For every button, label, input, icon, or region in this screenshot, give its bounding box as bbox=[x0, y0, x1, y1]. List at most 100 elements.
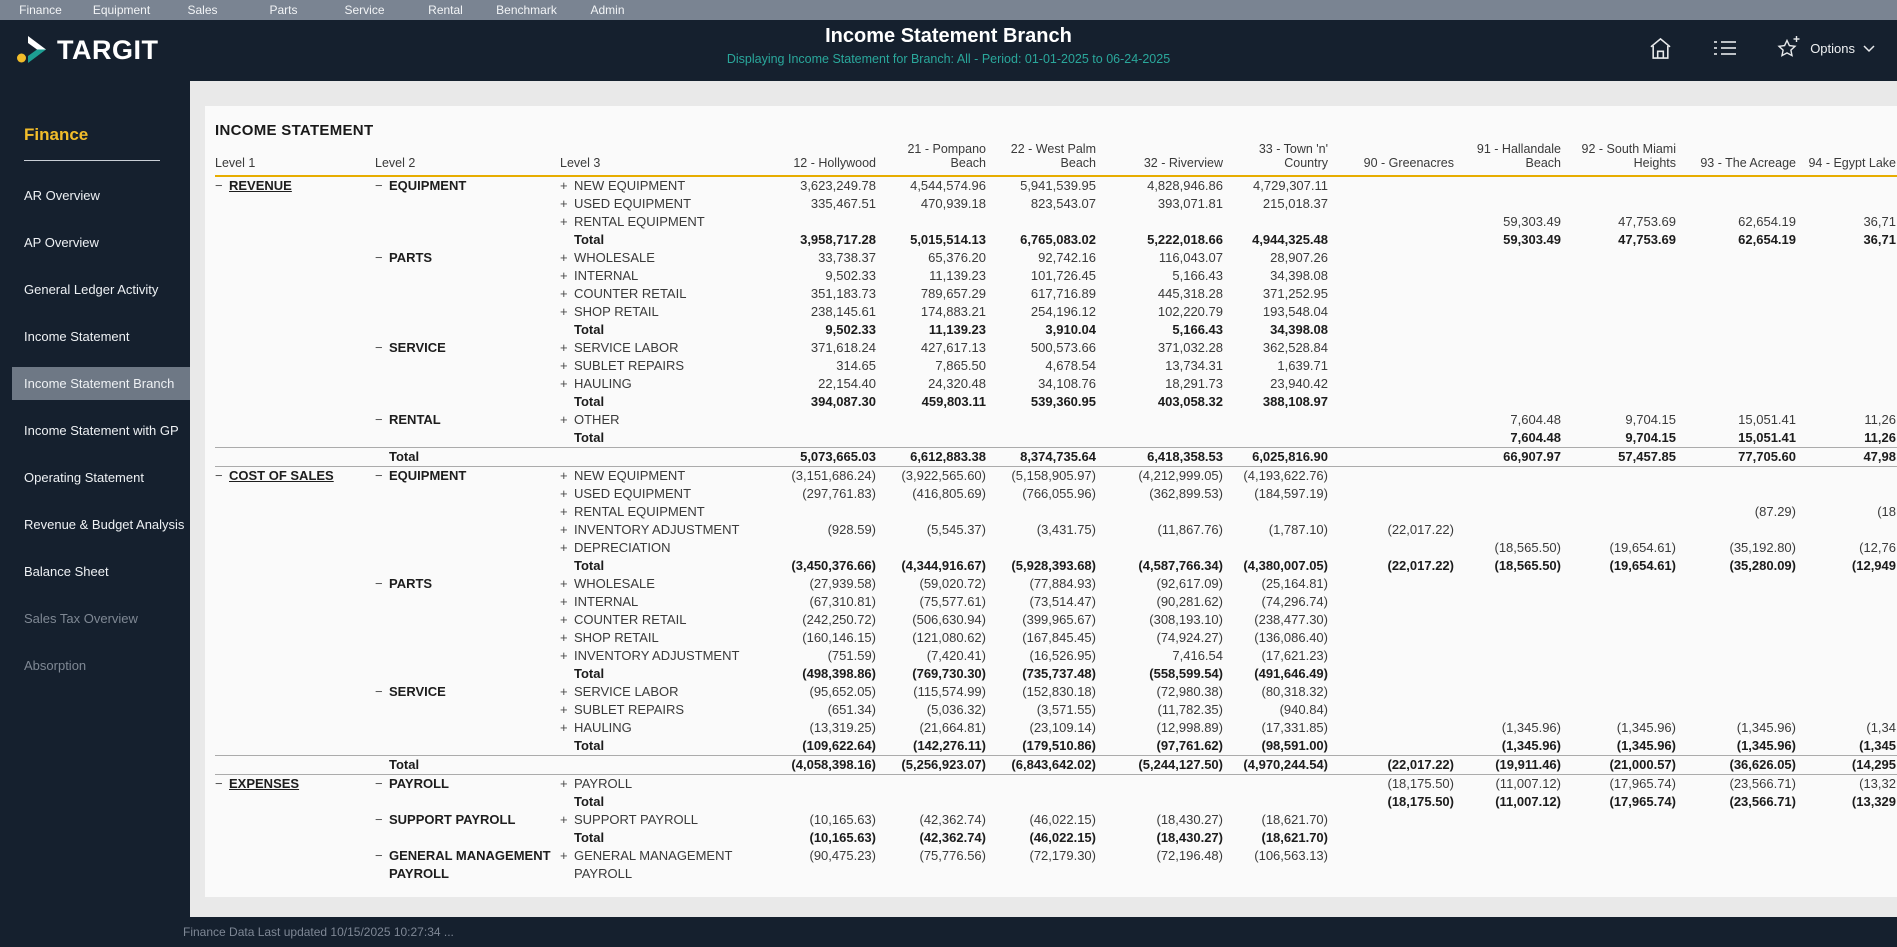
row-label[interactable]: INTERNAL bbox=[574, 593, 638, 611]
expand-icon[interactable]: + bbox=[560, 285, 574, 303]
sidebar-item-income-statement[interactable]: Income Statement bbox=[0, 313, 190, 360]
expand-icon[interactable]: + bbox=[560, 811, 574, 829]
top-menu-item-equipment[interactable]: Equipment bbox=[81, 3, 162, 17]
expand-icon[interactable]: + bbox=[560, 593, 574, 611]
sidebar-item-revenue-budget-analysis[interactable]: Revenue & Budget Analysis bbox=[0, 501, 190, 548]
row-label[interactable]: SERVICE LABOR bbox=[574, 339, 679, 357]
expand-icon[interactable]: + bbox=[560, 775, 574, 793]
row-label[interactable]: PAYROLL bbox=[574, 775, 632, 793]
collapse-icon[interactable]: − bbox=[375, 467, 389, 485]
row-label[interactable]: RENTAL bbox=[389, 411, 441, 429]
expand-icon[interactable]: + bbox=[560, 611, 574, 629]
top-menu-item-finance[interactable]: Finance bbox=[0, 3, 81, 17]
expand-icon[interactable]: + bbox=[560, 847, 574, 865]
row-label[interactable]: RENTAL EQUIPMENT bbox=[574, 213, 705, 231]
row-label[interactable]: HAULING bbox=[574, 375, 632, 393]
row-label[interactable]: NEW EQUIPMENT bbox=[574, 467, 685, 485]
expand-icon[interactable]: + bbox=[560, 467, 574, 485]
sidebar-item-income-statement-branch[interactable]: Income Statement Branch bbox=[0, 360, 190, 407]
row-label[interactable]: DEPRECIATION bbox=[574, 539, 671, 557]
row-label[interactable]: WHOLESALE bbox=[574, 249, 655, 267]
expand-icon[interactable]: + bbox=[560, 485, 574, 503]
row-label[interactable]: SUBLET REPAIRS bbox=[574, 701, 684, 719]
top-menu-item-benchmark[interactable]: Benchmark bbox=[486, 3, 567, 17]
expand-icon[interactable]: + bbox=[560, 683, 574, 701]
row-label[interactable]: RENTAL EQUIPMENT bbox=[574, 503, 705, 521]
row-label[interactable]: REVENUE bbox=[229, 177, 292, 195]
row-label[interactable]: EQUIPMENT bbox=[389, 177, 466, 195]
sidebar-item-balance-sheet[interactable]: Balance Sheet bbox=[0, 548, 190, 595]
row-label[interactable]: USED EQUIPMENT bbox=[574, 485, 691, 503]
row-label[interactable]: PAYROLL bbox=[389, 775, 449, 793]
expand-icon[interactable]: + bbox=[560, 575, 574, 593]
row-label[interactable]: COUNTER RETAIL bbox=[574, 611, 686, 629]
collapse-icon[interactable]: − bbox=[215, 177, 229, 195]
row-label[interactable]: SUPPORT PAYROLL bbox=[389, 811, 515, 829]
collapse-icon[interactable]: − bbox=[375, 339, 389, 357]
row-label[interactable]: SHOP RETAIL bbox=[574, 629, 659, 647]
row-label[interactable]: OTHER bbox=[574, 411, 620, 429]
collapse-icon[interactable]: − bbox=[375, 575, 389, 593]
expand-icon[interactable]: + bbox=[560, 195, 574, 213]
top-menu-item-parts[interactable]: Parts bbox=[243, 3, 324, 17]
row-label[interactable]: HAULING bbox=[574, 719, 632, 737]
collapse-icon[interactable]: − bbox=[215, 467, 229, 485]
expand-icon[interactable]: + bbox=[560, 213, 574, 231]
expand-icon[interactable]: + bbox=[560, 719, 574, 737]
row-label[interactable]: USED EQUIPMENT bbox=[574, 195, 691, 213]
expand-icon[interactable]: + bbox=[560, 357, 574, 375]
top-menu-item-service[interactable]: Service bbox=[324, 3, 405, 17]
row-label[interactable]: SERVICE bbox=[389, 683, 446, 701]
row-label[interactable]: COUNTER RETAIL bbox=[574, 285, 686, 303]
expand-icon[interactable]: + bbox=[560, 539, 574, 557]
options-star-icon[interactable] bbox=[1774, 34, 1804, 62]
targit-logo[interactable]: TARGIT bbox=[16, 33, 158, 67]
expand-icon[interactable]: + bbox=[560, 701, 574, 719]
collapse-icon[interactable]: − bbox=[375, 249, 389, 267]
list-icon[interactable] bbox=[1712, 36, 1738, 60]
collapse-icon[interactable]: − bbox=[375, 683, 389, 701]
collapse-icon[interactable]: − bbox=[215, 775, 229, 793]
row-label[interactable]: SUBLET REPAIRS bbox=[574, 357, 684, 375]
row-label[interactable]: SHOP RETAIL bbox=[574, 303, 659, 321]
row-label[interactable]: NEW EQUIPMENT bbox=[574, 177, 685, 195]
expand-icon[interactable]: + bbox=[560, 177, 574, 195]
row-label[interactable]: WHOLESALE bbox=[574, 575, 655, 593]
top-menu-item-rental[interactable]: Rental bbox=[405, 3, 486, 17]
home-icon[interactable] bbox=[1647, 35, 1674, 62]
collapse-icon[interactable]: − bbox=[375, 177, 389, 195]
row-label[interactable]: GENERAL MANAGEMENT PAYROLL bbox=[574, 847, 755, 883]
row-label[interactable]: GENERAL MANAGEMENT PAYROLL bbox=[389, 847, 560, 883]
sidebar-item-ar-overview[interactable]: AR Overview bbox=[0, 172, 190, 219]
collapse-icon[interactable]: − bbox=[375, 847, 389, 865]
row-label[interactable]: EXPENSES bbox=[229, 775, 299, 793]
row-label[interactable]: INVENTORY ADJUSTMENT bbox=[574, 521, 739, 539]
row-label[interactable]: SERVICE bbox=[389, 339, 446, 357]
expand-icon[interactable]: + bbox=[560, 521, 574, 539]
sidebar-item-income-statement-with-gp[interactable]: Income Statement with GP bbox=[0, 407, 190, 454]
collapse-icon[interactable]: − bbox=[375, 811, 389, 829]
chevron-down-icon[interactable] bbox=[1861, 42, 1877, 54]
expand-icon[interactable]: + bbox=[560, 249, 574, 267]
row-label[interactable]: INVENTORY ADJUSTMENT bbox=[574, 647, 739, 665]
expand-icon[interactable]: + bbox=[560, 339, 574, 357]
expand-icon[interactable]: + bbox=[560, 375, 574, 393]
expand-icon[interactable]: + bbox=[560, 303, 574, 321]
row-label[interactable]: PARTS bbox=[389, 575, 432, 593]
row-label[interactable]: SERVICE LABOR bbox=[574, 683, 679, 701]
sidebar-item-operating-statement[interactable]: Operating Statement bbox=[0, 454, 190, 501]
row-label[interactable]: PARTS bbox=[389, 249, 432, 267]
top-menu-item-sales[interactable]: Sales bbox=[162, 3, 243, 17]
row-label[interactable]: EQUIPMENT bbox=[389, 467, 466, 485]
sidebar-item-general-ledger-activity[interactable]: General Ledger Activity bbox=[0, 266, 190, 313]
expand-icon[interactable]: + bbox=[560, 267, 574, 285]
collapse-icon[interactable]: − bbox=[375, 411, 389, 429]
sidebar-item-ap-overview[interactable]: AP Overview bbox=[0, 219, 190, 266]
expand-icon[interactable]: + bbox=[560, 411, 574, 429]
row-label[interactable]: COST OF SALES bbox=[229, 467, 334, 485]
expand-icon[interactable]: + bbox=[560, 503, 574, 521]
top-menu-item-admin[interactable]: Admin bbox=[567, 3, 648, 17]
row-label[interactable]: INTERNAL bbox=[574, 267, 638, 285]
expand-icon[interactable]: + bbox=[560, 629, 574, 647]
row-label[interactable]: SUPPORT PAYROLL bbox=[574, 811, 698, 829]
